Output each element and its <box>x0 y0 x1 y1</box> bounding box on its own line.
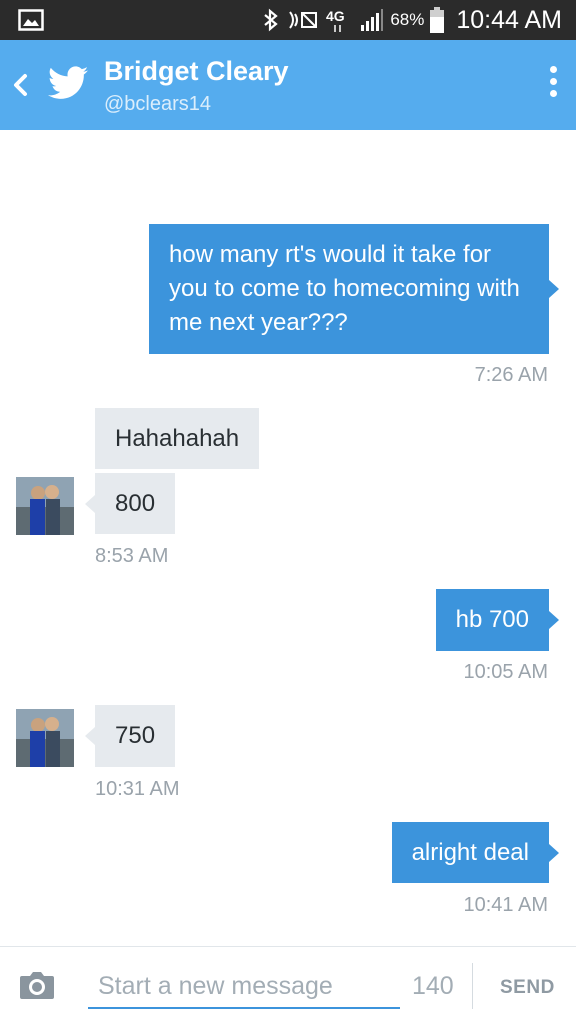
nfc-icon <box>289 11 318 29</box>
battery-percent: 68% <box>390 10 425 29</box>
avatar[interactable] <box>16 709 74 767</box>
gallery-icon <box>18 9 44 31</box>
message-bubble-sent[interactable]: how many rt's would it take for you to c… <box>149 224 559 354</box>
twitter-bird-icon <box>48 66 88 99</box>
avatar-photo <box>16 709 74 767</box>
send-button[interactable]: SEND <box>500 977 555 999</box>
message-bubble-received[interactable]: Hahahahah <box>95 408 260 469</box>
network-label: 4G <box>326 8 345 24</box>
message-timestamp: 10:05 AM <box>463 661 548 683</box>
signal-icon <box>361 9 384 31</box>
message-timestamp: 10:31 AM <box>95 778 180 800</box>
message-text: how many rt's would it take for you to c… <box>169 241 520 336</box>
message-timestamp: 10:41 AM <box>463 894 548 916</box>
message-bubble-received[interactable]: 800 <box>84 473 176 534</box>
message-text: Hahahahah <box>115 425 240 452</box>
camera-icon[interactable] <box>18 969 56 1001</box>
avatar[interactable] <box>16 477 74 535</box>
message-input[interactable] <box>88 965 400 1009</box>
conversation-header: Bridget Cleary @bclears14 <box>0 40 576 130</box>
overflow-menu-icon[interactable] <box>548 66 558 104</box>
status-bar: 4G 68% 10:44 AM <box>0 0 576 40</box>
clock: 10:44 AM <box>456 5 562 34</box>
message-text: alright deal <box>411 839 529 866</box>
battery-icon <box>430 7 445 33</box>
message-text: 750 <box>115 722 156 749</box>
dm-conversation-screen: 4G 68% 10:44 AM Bridget Cleary @bclears1… <box>0 0 576 1024</box>
message-timestamp: 8:53 AM <box>95 545 169 567</box>
composer-divider <box>472 963 473 1009</box>
contact-name: Bridget Cleary <box>104 56 289 86</box>
status-icons: 4G 68% 10:44 AM <box>262 0 562 40</box>
message-bubble-sent[interactable]: hb 700 <box>435 589 560 651</box>
bluetooth-icon <box>264 8 279 32</box>
message-bubble-received[interactable]: 750 <box>84 705 176 767</box>
message-text: 800 <box>115 490 156 517</box>
message-composer: 140 SEND <box>0 946 576 1024</box>
message-timestamp: 7:26 AM <box>474 364 548 386</box>
message-text: hb 700 <box>455 606 529 633</box>
back-icon[interactable] <box>10 68 30 102</box>
character-count: 140 <box>412 972 454 1000</box>
contact-handle: @bclears14 <box>104 93 212 115</box>
avatar-photo <box>16 477 74 535</box>
network-4g-icon: 4G <box>326 8 345 32</box>
message-bubble-sent[interactable]: alright deal <box>391 822 560 883</box>
